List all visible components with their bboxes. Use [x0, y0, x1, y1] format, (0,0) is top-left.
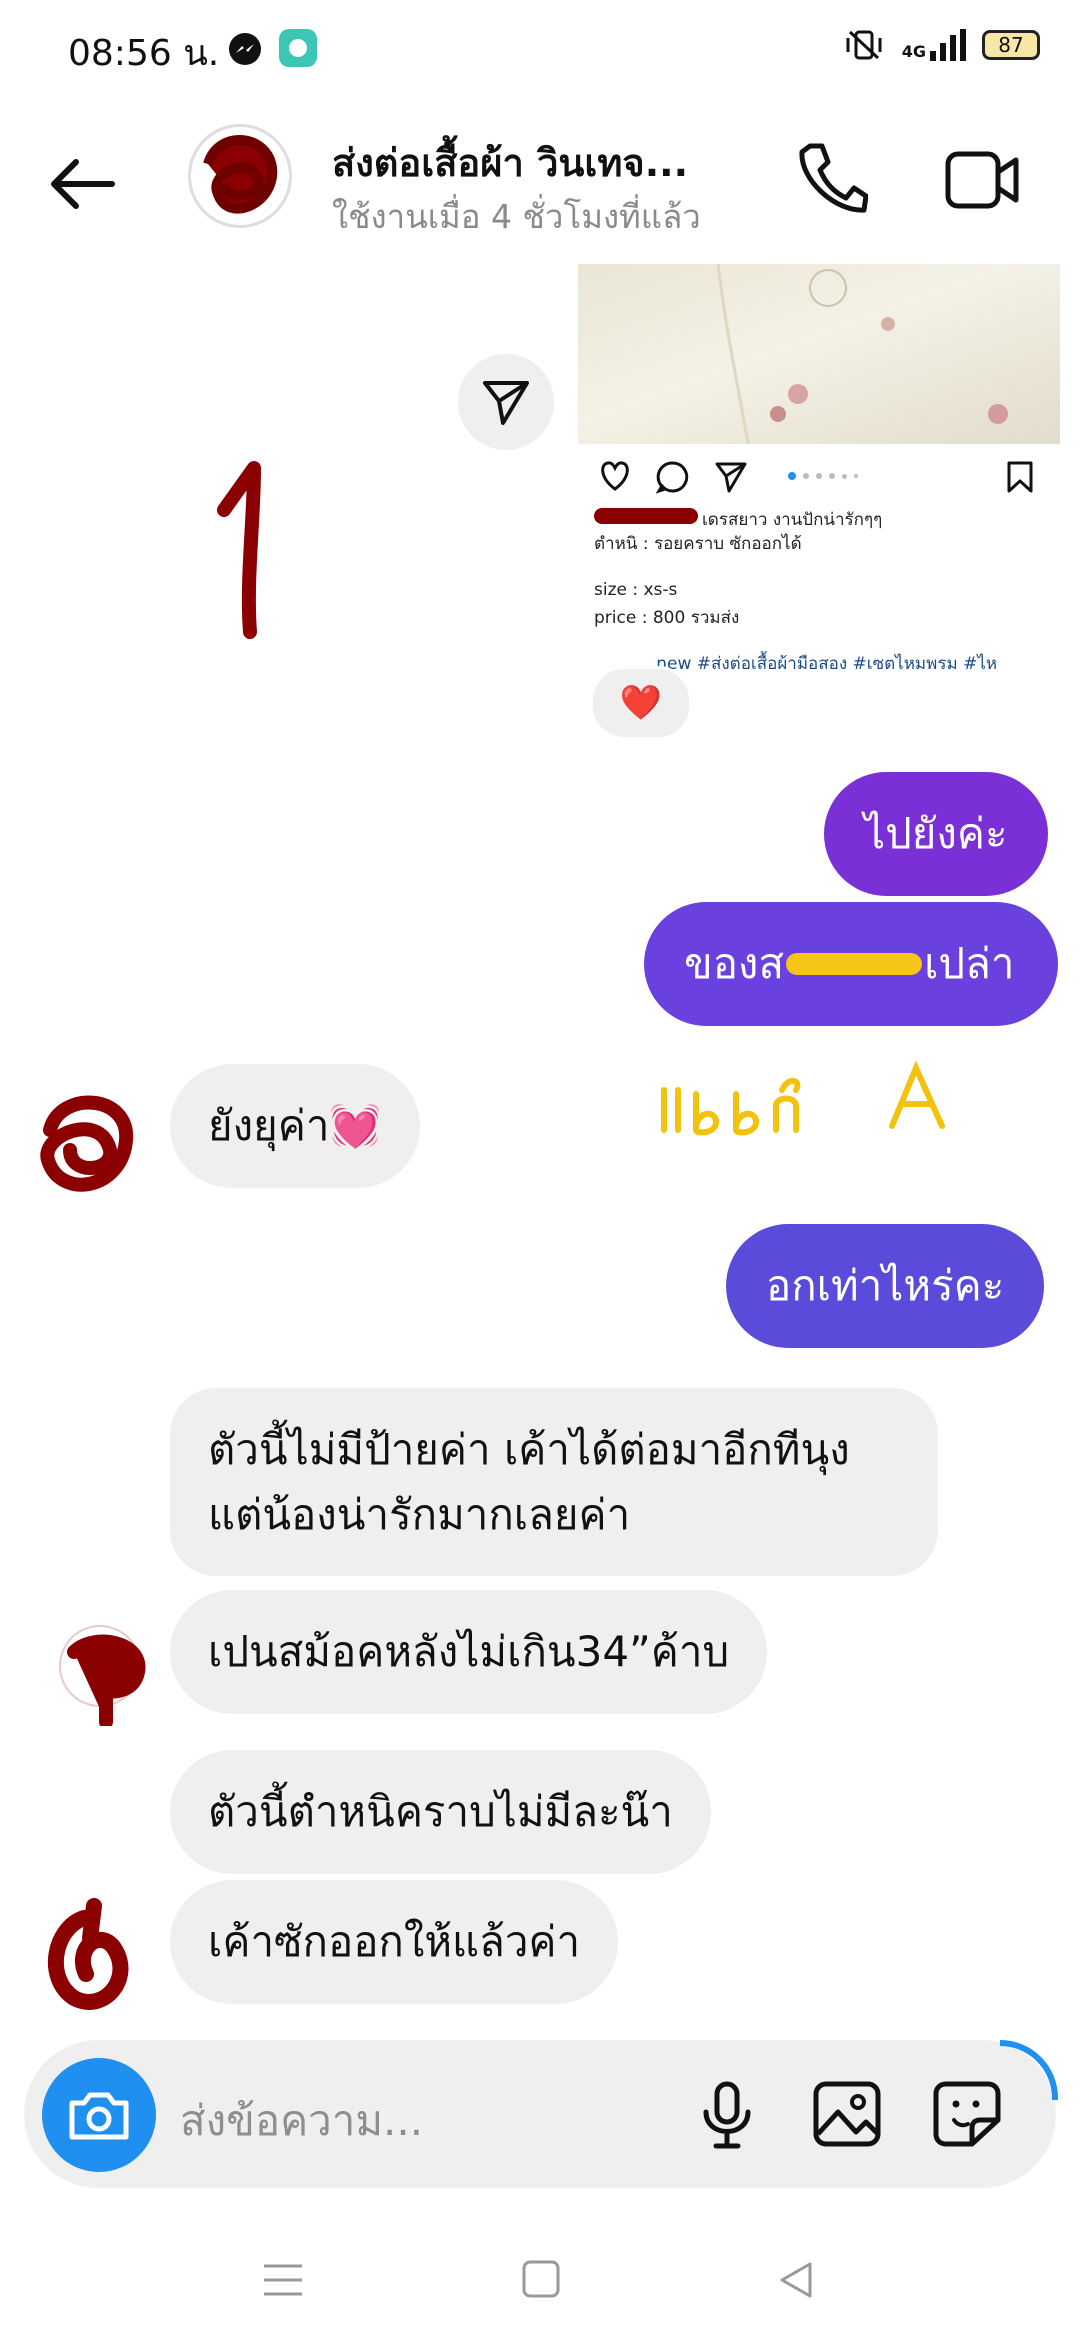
camera-button[interactable] [42, 2058, 156, 2172]
post-caption-1: เดรสยาว งานปักน่ารักๆๆ [702, 510, 883, 530]
menu-icon[interactable] [262, 2262, 304, 2302]
share-send-button[interactable] [458, 354, 554, 450]
vibrate-icon [846, 30, 882, 60]
post-tags[interactable]: ...new #ส่งต่อเสื้อผ้ามือสอง #เซตไหมพรม … [640, 650, 1060, 677]
redacted-username [594, 508, 698, 524]
heart-icon[interactable] [598, 460, 632, 496]
message-text: อกเท่าไหร่คะ [766, 1261, 1005, 1311]
carousel-dots [788, 472, 858, 480]
app-notification-icon [278, 28, 318, 72]
handwritten-number [210, 460, 280, 644]
post-image[interactable] [578, 263, 1060, 445]
message-text: เปนสม้อคหลังไม่เกิน34”ค้าบ [208, 1627, 730, 1677]
redaction-mark [786, 953, 923, 975]
message-incoming[interactable]: เปนสม้อคหลังไม่เกิน34”ค้าบ [170, 1590, 768, 1714]
sender-avatar[interactable] [34, 1898, 144, 2026]
post-send-icon[interactable] [714, 460, 748, 498]
phone-icon[interactable] [796, 140, 869, 220]
composer-highlight [1000, 2040, 1058, 2100]
status-icons: 4G 87 [842, 28, 1040, 62]
mic-icon[interactable] [700, 2080, 754, 2154]
message-input[interactable]: ส่งข้อความ... [180, 2088, 423, 2154]
back-nav-icon[interactable] [778, 2260, 814, 2304]
comment-icon[interactable] [655, 460, 690, 498]
sender-avatar[interactable] [54, 1622, 154, 1730]
message-text: ตัวนี้ตำหนิคราบไม่มีละน๊า [208, 1787, 673, 1837]
avatar[interactable] [188, 124, 292, 228]
signal-icon: 4G [902, 29, 966, 61]
message-outgoing[interactable]: อกเท่าไหร่คะ [726, 1224, 1045, 1348]
message-text: ตัวนี้ไม่มีป้ายค่า เค้าได้ต่อมาอีกทีนุง … [208, 1424, 850, 1539]
system-navigation-bar [0, 2200, 1080, 2340]
message-text-start: ของส [684, 939, 785, 989]
message-incoming[interactable]: ตัวนี้ไม่มีป้ายค่า เค้าได้ต่อมาอีกทีนุง … [170, 1388, 938, 1576]
battery-indicator: 87 [982, 30, 1040, 60]
back-arrow-icon[interactable] [46, 156, 118, 216]
home-icon[interactable] [522, 2260, 560, 2302]
post-size: size : xs-s [594, 580, 678, 600]
message-text-end: เปล่า [924, 939, 1015, 989]
message-text: ยังยุค่า💓 [208, 1101, 382, 1151]
sender-avatar[interactable] [30, 1080, 148, 1208]
message-incoming[interactable]: ยังยุค่า💓 [170, 1064, 420, 1188]
send-icon [483, 381, 529, 425]
sticker-icon[interactable] [932, 2080, 1002, 2152]
header-subtitle: ใช้งานเมื่อ 4 ชั่วโมงที่แล้ว [332, 197, 701, 236]
status-time: 08:56 น. [68, 33, 220, 74]
messenger-icon [228, 32, 262, 70]
post-caption-2: ตำหนิ : รอยคราบ ซักออกได้ [594, 534, 802, 554]
message-composer[interactable] [24, 2040, 1056, 2188]
header-title[interactable]: ส่งต่อเสื้อผ้า วินเทจ... [332, 132, 688, 193]
gallery-icon[interactable] [812, 2080, 882, 2152]
reaction-badge[interactable]: ❤️ [590, 666, 692, 740]
camera-icon [69, 2092, 129, 2140]
handwritten-annotation [656, 1060, 956, 1174]
message-incoming[interactable]: เค้าซักออกให้แล้วค่า [170, 1880, 619, 2004]
video-icon[interactable] [944, 148, 1020, 216]
bookmark-icon[interactable] [1006, 460, 1034, 498]
message-outgoing[interactable]: ไปยังค่ะ [824, 772, 1048, 896]
message-text: ไปยังค่ะ [864, 809, 1008, 859]
post-price: price : 800 รวมส่ง [594, 608, 740, 628]
message-outgoing[interactable]: ของส เปล่า [644, 902, 1058, 1026]
message-incoming[interactable]: ตัวนี้ตำหนิคราบไม่มีละน๊า [170, 1750, 711, 1874]
message-text: เค้าซักออกให้แล้วค่า [208, 1917, 581, 1967]
